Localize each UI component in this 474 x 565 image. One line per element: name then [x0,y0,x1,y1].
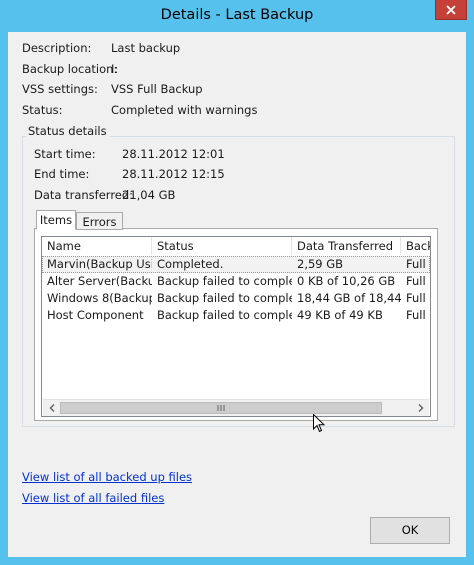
detail-label: Start time: [34,147,96,161]
cell-data-transferred: 2,59 GB [297,257,344,271]
detail-value: 28.11.2012 12:15 [122,167,225,181]
chevron-right-icon [418,404,423,412]
cell-backup-type: Full [406,274,426,288]
items-list[interactable]: Name Status Data Transferred Backu Marvi… [41,236,431,417]
table-row[interactable]: Windows 8(Backup ... Backup failed to co… [42,290,430,307]
scroll-left-button[interactable] [43,400,60,416]
cell-status: Backup failed to complete. [157,291,292,305]
cell-name: Alter Server(Backup... [47,274,152,288]
detail-value: 28.11.2012 12:01 [122,147,225,161]
ok-button[interactable]: OK [370,517,450,544]
summary-value: Last backup [111,41,181,55]
summary-label: VSS settings: [22,82,98,96]
table-row[interactable]: Alter Server(Backup... Backup failed to … [42,273,430,290]
detail-label: Data transferred: [34,188,134,202]
scroll-thumb[interactable] [60,402,382,414]
summary-label: Description: [22,41,92,55]
details-window: Details - Last Backup Description: Last … [0,0,474,565]
detail-value: 21,04 GB [122,188,176,202]
summary-value: Completed with warnings [111,103,258,117]
cell-name: Windows 8(Backup ... [47,291,152,305]
cell-name: Marvin(Backup Usi... [47,257,152,271]
window-title: Details - Last Backup [160,7,314,23]
cell-name: Host Component [47,308,144,322]
cell-data-transferred: 18,44 GB of 18,44 GB [297,291,401,305]
column-header-data-transferred[interactable]: Data Transferred [292,237,401,255]
cell-backup-type: Full [406,257,426,271]
cell-backup-type: Full [406,291,426,305]
tab-errors[interactable]: Errors [76,212,123,230]
tab-items[interactable]: Items [36,210,76,230]
chevron-left-icon [49,404,54,412]
status-details-legend: Status details [26,123,109,139]
cell-status: Backup failed to complete. [157,274,292,288]
title-bar[interactable]: Details - Last Backup [0,0,474,32]
horizontal-scrollbar[interactable] [43,399,429,416]
close-button[interactable] [435,0,467,20]
column-header-name[interactable]: Name [42,237,152,255]
column-header-status[interactable]: Status [152,237,292,255]
scroll-right-button[interactable] [412,400,429,416]
table-row[interactable]: Marvin(Backup Usi... Completed. 2,59 GB … [42,256,430,273]
view-backed-up-files-link[interactable]: View list of all backed up files [22,469,192,485]
view-failed-files-link[interactable]: View list of all failed files [22,490,164,506]
scroll-grip-icon [217,405,225,411]
summary-value: VSS Full Backup [111,82,203,96]
dialog-body: Description: Last backup Backup location… [8,32,466,557]
summary-label: Status: [22,103,63,117]
summary-value: I: [111,62,119,76]
mouse-pointer-icon [313,414,325,433]
column-header-backup-type[interactable]: Backu [401,237,430,255]
detail-label: End time: [34,167,90,181]
cell-status: Completed. [157,257,224,271]
cell-backup-type: Full [406,308,426,322]
cell-data-transferred: 0 KB of 10,26 GB [297,274,396,288]
cell-data-transferred: 49 KB of 49 KB [297,308,383,322]
table-row[interactable]: Host Component Backup failed to complete… [42,307,430,324]
summary-label: Backup location: [22,62,118,76]
close-icon [446,4,456,15]
cell-status: Backup failed to complete. [157,308,292,322]
list-header: Name Status Data Transferred Backu [42,237,430,255]
